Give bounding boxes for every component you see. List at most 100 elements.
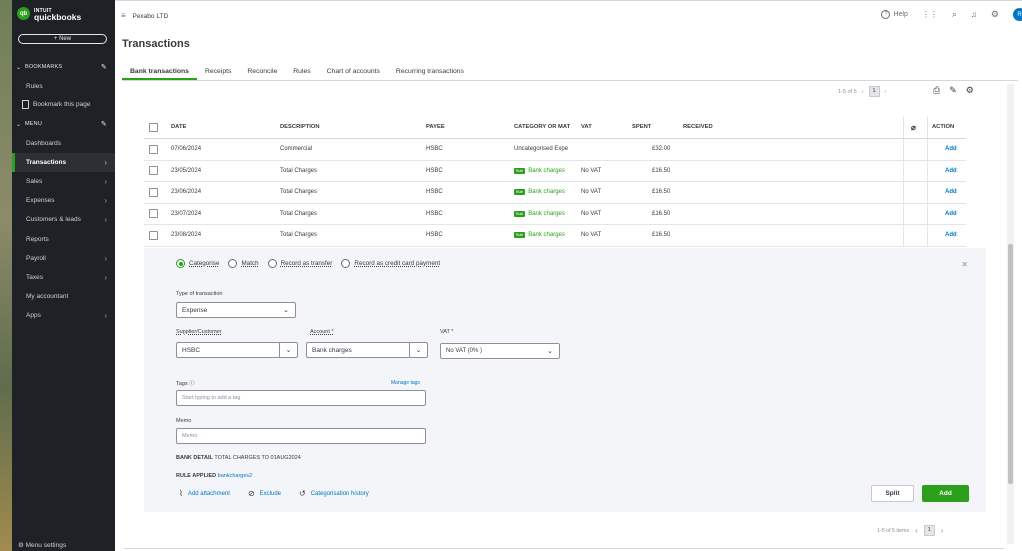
edit-bookmarks-icon[interactable]: ✎ [101,63,107,71]
row-category[interactable]: Rule Bank charges [514,204,578,225]
apps-grid-icon[interactable]: ⋮⋮ [922,10,938,19]
tags-input[interactable]: Start typing to add a tag [176,390,426,406]
sidebar-item-transactions[interactable]: Transactions › [12,153,115,172]
quickbooks-logo[interactable]: qb INTUIT quickbooks [17,7,81,21]
row-category[interactable]: Uncategorised Expe [514,139,578,160]
sidebar-item-reports[interactable]: Reports [12,230,115,249]
header-category[interactable]: CATEGORY OR MAT [514,116,580,138]
bookmarks-section[interactable]: ⌄ BOOKMARKS ✎ [12,58,115,76]
header-payee[interactable]: PAYEE [426,116,445,138]
table-row[interactable]: 23/05/2024 Total Charges HSBC Rule Bank char… [144,160,966,182]
add-attachment-button[interactable]: ⌇ Add attachment [179,489,230,498]
tab-rules[interactable]: Rules [285,66,318,80]
scrollbar-thumb[interactable] [1008,244,1013,484]
bookmark-this-page[interactable]: Bookmark this page [22,100,90,109]
row-add-link[interactable]: Add [945,232,957,238]
table-row[interactable]: 07/06/2024 Commercial HSBC Uncategorised Ex… [144,139,966,161]
radio-record-as-credit-card-payment[interactable]: Record as credit card payment [341,259,440,268]
row-checkbox[interactable] [149,230,158,240]
row-add-link[interactable]: Add [945,189,957,195]
categorisation-history-button[interactable]: ↺ Categorisation history [299,489,369,498]
radio-button[interactable] [176,259,185,268]
header-received[interactable]: RECEIVED [683,116,713,138]
edit-icon[interactable]: ✎ [949,85,957,96]
menu-section[interactable]: ⌄ MENU ✎ [12,115,115,133]
row-category[interactable]: Rule Bank charges [514,161,578,182]
account-select[interactable]: Bank charges ⌄ [306,342,428,358]
prev-page-icon[interactable]: ‹ [915,526,918,535]
scrollbar[interactable] [1007,84,1014,544]
search-icon[interactable]: ⌕ [952,9,957,20]
bell-icon[interactable]: ♫ [971,10,977,19]
menu-toggle-icon[interactable]: ≡ [121,11,126,20]
row-checkbox[interactable] [149,166,158,176]
row-add-link[interactable]: Add [945,211,957,217]
radio-match[interactable]: Match [228,259,259,268]
sidebar-item-dashboards[interactable]: Dashboards [12,134,115,153]
radio-button[interactable] [267,259,277,268]
row-category[interactable]: Rule Bank charges [514,225,578,246]
memo-input[interactable]: Memo [176,428,426,444]
new-button[interactable]: + New [18,34,107,44]
radio-button[interactable] [341,259,351,268]
radio-record-as-transfer[interactable]: Record as transfer [267,259,332,268]
vat-select[interactable]: No VAT (0% ) ⌄ [440,343,560,359]
table-row[interactable]: 23/08/2024 Total Charges HSBC Rule Bank char… [144,225,966,247]
info-icon[interactable]: ⓘ [189,381,195,387]
next-page-icon[interactable]: › [941,526,944,535]
pager-bottom: 1-5 of 5 items ‹ 1 › [877,525,943,536]
sidebar-item-taxes[interactable]: Taxes › [12,268,115,287]
header-date[interactable]: DATE [171,116,186,138]
edit-menu-icon[interactable]: ✎ [101,120,107,128]
settings-gear-icon[interactable]: ⚙ [991,9,999,20]
row-category[interactable]: Rule Bank charges [514,182,578,203]
row-checkbox[interactable] [149,187,158,197]
tab-recurring-transactions[interactable]: Recurring transactions [388,66,472,80]
table-row[interactable]: 23/07/2024 Total Charges HSBC Rule Bank char… [144,203,966,225]
row-checkbox[interactable] [149,209,158,219]
tab-bank-transactions[interactable]: Bank transactions [122,66,197,80]
close-icon[interactable]: ✕ [961,260,968,269]
print-icon[interactable]: ⎙ [933,85,940,96]
table-header: DATE DESCRIPTION PAYEE CATEGORY OR MAT V… [144,116,966,139]
menu-settings[interactable]: ⚙ Menu settings [18,541,66,549]
sidebar-item-payroll[interactable]: Payroll › [12,249,115,268]
sidebar-item-rules[interactable]: Rules [12,77,115,96]
company-switcher[interactable]: ≡ Pexabo LTD [121,11,168,20]
next-page-icon[interactable]: › [885,89,887,95]
split-button[interactable]: Split [871,485,914,502]
rule-applied-link[interactable]: bankcharges2 [218,473,253,479]
table-settings-icon[interactable]: ⚙ [966,85,974,96]
header-description[interactable]: DESCRIPTION [280,116,320,138]
manage-tags-link[interactable]: Manage tags [391,380,420,386]
select-all-checkbox[interactable] [149,122,158,132]
header-spent[interactable]: SPENT [632,116,651,138]
prev-page-icon[interactable]: ‹ [862,89,864,95]
sidebar-item-my-accountant[interactable]: My accountant [12,287,115,306]
row-category-label: Bank charges [528,189,565,196]
radio-categorise[interactable]: Categorise [176,259,219,268]
tab-reconcile[interactable]: Reconcile [239,66,285,80]
header-vat[interactable]: VAT [581,116,592,138]
help-button[interactable]: ? Help [881,10,908,19]
avatar[interactable]: R [1013,8,1022,21]
exclude-button[interactable]: ⊘ Exclude [248,489,281,498]
sidebar-item-apps[interactable]: Apps › [12,306,115,325]
row-add-link[interactable]: Add [945,168,957,174]
tab-chart-of-accounts[interactable]: Chart of accounts [319,66,388,80]
row-checkbox[interactable] [149,144,158,154]
row-add-link[interactable]: Add [945,146,957,152]
sidebar-item-sales[interactable]: Sales › [12,172,115,191]
sidebar-item-label: Expenses [26,197,55,204]
page-number[interactable]: 1 [923,525,935,536]
tab-receipts[interactable]: Receipts [197,66,239,80]
add-button[interactable]: Add [922,485,969,502]
page-number[interactable]: 1 [868,86,880,97]
table-row[interactable]: 23/06/2024 Total Charges HSBC Rule Bank char… [144,182,966,204]
supplier-select[interactable]: HSBC ⌄ [176,342,298,358]
sidebar-item-customers-leads[interactable]: Customers & leads › [12,210,115,229]
radio-button[interactable] [228,259,238,268]
transaction-type-select[interactable]: Expense ⌄ [176,302,296,318]
chevron-right-icon: › [104,177,107,186]
sidebar-item-expenses[interactable]: Expenses › [12,191,115,210]
